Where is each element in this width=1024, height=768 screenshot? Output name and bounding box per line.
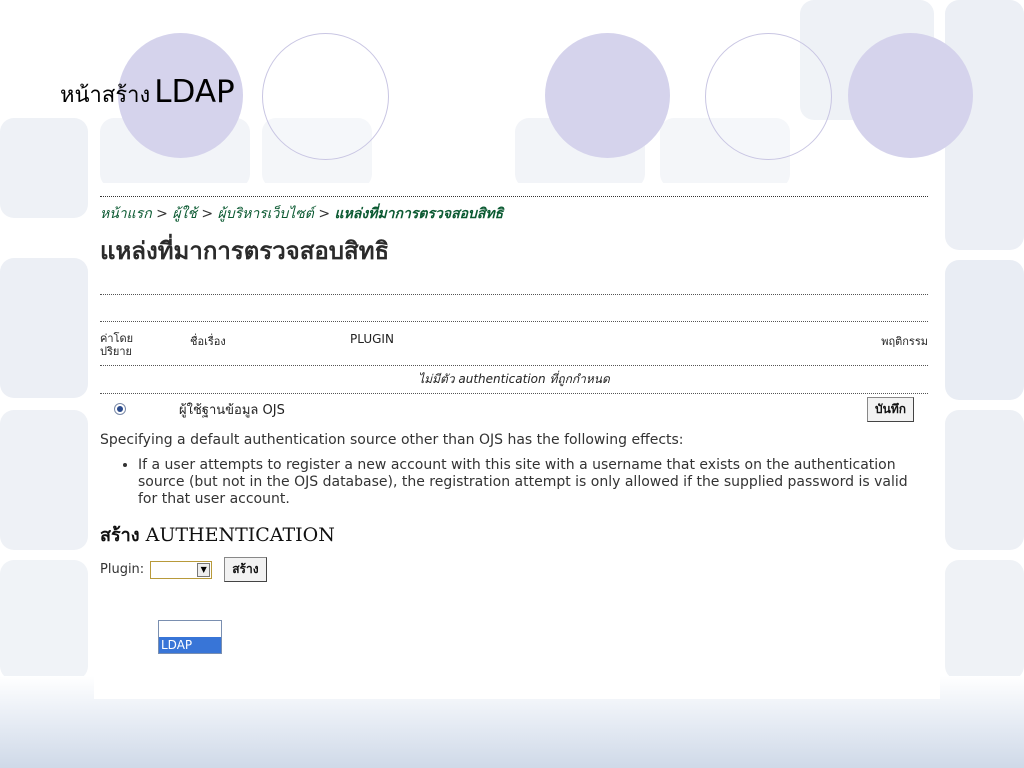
description-text: Specifying a default authentication sour… bbox=[100, 432, 684, 448]
column-header-action: พฤติกรรม bbox=[881, 335, 928, 348]
plugin-row: Plugin: ▼ สร้าง bbox=[100, 557, 928, 582]
plugin-dropdown-list: LDAP bbox=[158, 620, 222, 654]
slide-title-thai: หน้าสร้าง bbox=[60, 83, 151, 108]
decor-circle bbox=[848, 33, 973, 158]
plugin-select[interactable]: ▼ bbox=[150, 560, 213, 579]
create-button[interactable]: สร้าง bbox=[224, 557, 267, 582]
slide-title: หน้าสร้าง LDAP bbox=[60, 72, 235, 112]
top-divider bbox=[100, 196, 928, 197]
breadcrumb: หน้าแรก > ผู้ใช้ > ผู้บริหารเว็บไซต์ > แ… bbox=[100, 203, 928, 225]
list-item: If a user attempts to register a new acc… bbox=[138, 457, 928, 508]
dropdown-arrow-icon[interactable]: ▼ bbox=[197, 562, 211, 577]
save-button[interactable]: บันทึก bbox=[867, 396, 914, 422]
page-title: แหล่งที่มาการตรวจสอบสิทธิ bbox=[100, 237, 390, 265]
auth-source-name: ผู้ใช้ฐานข้อมูล OJS bbox=[179, 402, 285, 418]
column-header-plugin: PLUGIN bbox=[350, 332, 394, 346]
create-section-title: สร้าง AUTHENTICATION bbox=[100, 520, 928, 549]
column-header-default: ค่าโดย ปริยาย bbox=[100, 332, 134, 358]
decor-ring bbox=[705, 33, 832, 160]
breadcrumb-separator: > bbox=[201, 206, 214, 222]
breadcrumb-current[interactable]: แหล่งที่มาการตรวจสอบสิทธิ bbox=[335, 206, 504, 222]
default-radio[interactable] bbox=[114, 403, 126, 415]
empty-message: ไม่มีตัว authentication ที่ถูกกำหนด bbox=[418, 372, 610, 386]
create-title-thai: สร้าง bbox=[100, 525, 140, 546]
slide-title-en: LDAP bbox=[154, 74, 235, 110]
page-content: หน้าแรก > ผู้ใช้ > ผู้บริหารเว็บไซต์ > แ… bbox=[100, 196, 928, 582]
decor-ring bbox=[262, 33, 389, 160]
dropdown-option-empty[interactable] bbox=[159, 621, 221, 637]
decor-circle bbox=[545, 33, 670, 158]
breadcrumb-site-admin[interactable]: ผู้บริหารเว็บไซต์ bbox=[218, 206, 314, 222]
breadcrumb-separator: > bbox=[156, 206, 168, 222]
plugin-label: Plugin: bbox=[100, 562, 145, 577]
divider bbox=[100, 294, 928, 295]
breadcrumb-separator: > bbox=[318, 206, 331, 222]
breadcrumb-home[interactable]: หน้าแรก bbox=[100, 206, 152, 222]
screenshot-panel: หน้าแรก > ผู้ใช้ > ผู้บริหารเว็บไซต์ > แ… bbox=[94, 183, 940, 699]
dropdown-option-ldap[interactable]: LDAP bbox=[159, 637, 221, 653]
column-header-title: ชื่อเรื่อง bbox=[190, 335, 226, 348]
effects-list: If a user attempts to register a new acc… bbox=[100, 457, 928, 508]
create-title-en: AUTHENTICATION bbox=[145, 524, 335, 546]
breadcrumb-users[interactable]: ผู้ใช้ bbox=[172, 206, 197, 222]
table-row: ผู้ใช้ฐานข้อมูล OJS บันทึก bbox=[100, 394, 928, 424]
table-header: ค่าโดย ปริยาย ชื่อเรื่อง PLUGIN พฤติกรรม bbox=[100, 322, 928, 365]
